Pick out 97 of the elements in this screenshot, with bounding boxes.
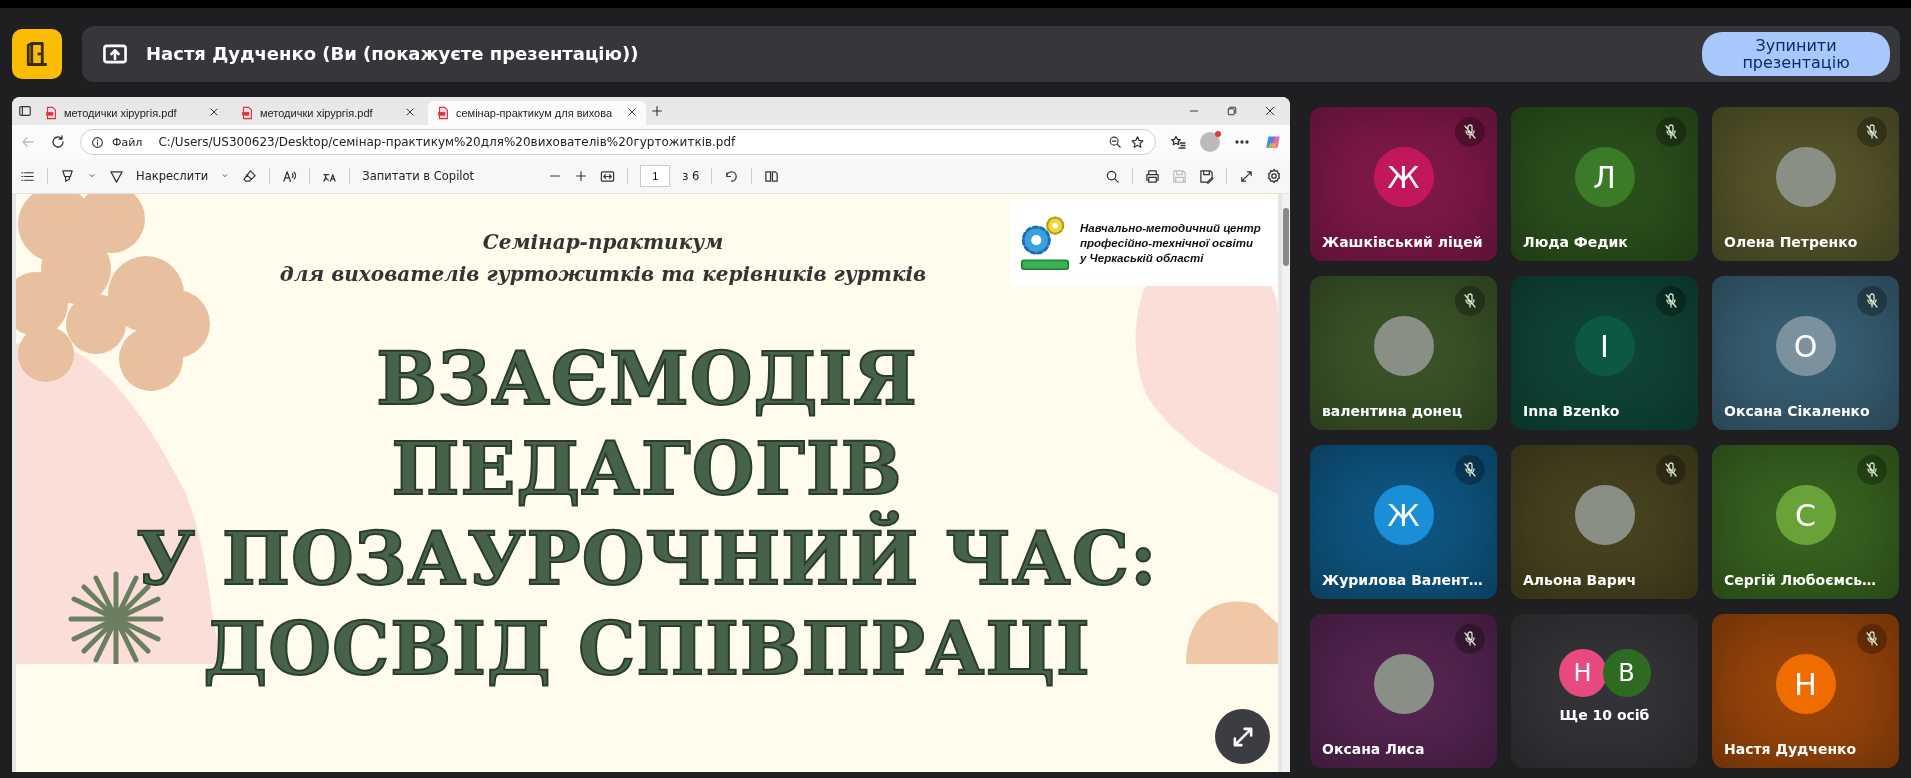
participant-tile[interactable]: I Inna Bzenko bbox=[1511, 276, 1698, 430]
more-participants-label: Ще 10 осіб bbox=[1559, 707, 1650, 723]
browser-tab[interactable]: методички хірургія.pdf bbox=[36, 101, 228, 125]
mic-off-icon bbox=[1462, 462, 1478, 478]
info-icon bbox=[91, 135, 104, 149]
favorites-list-icon[interactable] bbox=[1170, 134, 1186, 150]
participant-tile[interactable]: Ж Жашківський ліцей bbox=[1310, 107, 1497, 261]
avatar-initial: В bbox=[1602, 649, 1651, 697]
avatar-initial: Ж bbox=[1373, 485, 1434, 545]
ask-copilot-button[interactable]: Запитати в Copilot bbox=[362, 169, 475, 183]
fullscreen-button[interactable] bbox=[1215, 709, 1270, 764]
participant-name: Журилова Валент… bbox=[1322, 572, 1483, 588]
close-icon[interactable] bbox=[1264, 105, 1276, 117]
avatar-initial: О bbox=[1775, 316, 1836, 376]
presenter-name: Настя Дудченко (Ви (покажуєте презентацію)) bbox=[146, 43, 640, 64]
zoom-out-icon[interactable] bbox=[1108, 135, 1122, 149]
participant-name: валентина донец bbox=[1322, 403, 1463, 419]
avatar-initial: С bbox=[1775, 485, 1836, 545]
tab-title: семінар-практикум для вихова bbox=[456, 107, 613, 119]
mic-off-icon bbox=[1864, 631, 1880, 647]
participant-tile[interactable]: Оксана Лиса bbox=[1310, 614, 1497, 768]
fit-width-icon[interactable] bbox=[600, 168, 616, 184]
participant-tile[interactable]: О Оксана Сікаленко bbox=[1712, 276, 1899, 430]
profile-avatar[interactable] bbox=[1200, 132, 1220, 152]
pdf-file-icon bbox=[240, 106, 254, 120]
avatar-initial: Н bbox=[1775, 654, 1836, 714]
participant-name: Настя Дудченко bbox=[1724, 741, 1857, 757]
avatar-initial: Л bbox=[1574, 147, 1635, 207]
draw-icon[interactable] bbox=[109, 168, 124, 184]
avatar-initial: Н bbox=[1558, 649, 1607, 697]
participant-name: Люда Федик bbox=[1523, 234, 1628, 250]
draw-label[interactable]: Накреслити bbox=[136, 169, 209, 183]
page-number-field[interactable]: 1 bbox=[640, 165, 671, 187]
print-icon[interactable] bbox=[1145, 168, 1160, 184]
participant-tile[interactable]: С Сергій Любоємсь… bbox=[1712, 445, 1899, 599]
page-count-label: з 6 bbox=[682, 169, 700, 183]
logo-text: Навчально-методичний центр bbox=[1080, 220, 1261, 236]
slide-subtitle: для вихователів гуртожитків та керівників гуртків bbox=[279, 261, 927, 288]
participant-tile[interactable]: Ж Журилова Валент… bbox=[1310, 445, 1497, 599]
tab-title: методички хірургія.pdf bbox=[260, 107, 374, 119]
slide-title: ДОСВІД СПІВПРАЦІ bbox=[203, 605, 1091, 693]
mic-off-icon bbox=[1663, 124, 1679, 140]
settings-icon[interactable] bbox=[1266, 168, 1282, 184]
read-aloud-icon[interactable] bbox=[282, 168, 298, 184]
mic-off-icon bbox=[1663, 293, 1679, 309]
participant-name: Оксана Лиса bbox=[1322, 741, 1425, 757]
participant-tile[interactable]: Альона Варич bbox=[1511, 445, 1698, 599]
tab-title: методички хірургія.pdf bbox=[64, 107, 178, 119]
file-scheme-label: Файл bbox=[112, 135, 143, 149]
mic-off-icon bbox=[1663, 462, 1679, 478]
more-participants-tile[interactable]: Н В Ще 10 осіб bbox=[1511, 614, 1698, 768]
tab-actions-icon[interactable] bbox=[18, 104, 32, 118]
participant-name: Inna Bzenko bbox=[1523, 403, 1620, 419]
mic-off-icon bbox=[1462, 124, 1478, 140]
stop-presenting-button[interactable]: Зупинити презентацію bbox=[1702, 31, 1890, 76]
participant-name: Олена Петренко bbox=[1724, 234, 1858, 250]
slide-title: ПЕДАГОГІВ bbox=[391, 425, 903, 511]
rotate-icon[interactable] bbox=[724, 168, 740, 184]
scrollbar[interactable] bbox=[1282, 194, 1290, 772]
url-text: C:/Users/US300623/Desktop/семінар-практикум%20для%20вихователів%20гуртожитків.pdf bbox=[158, 135, 737, 149]
participant-tile[interactable]: Н Настя Дудченко bbox=[1712, 614, 1899, 768]
slide-title: ВЗАЄМОДІЯ bbox=[376, 335, 918, 423]
highlight-icon[interactable] bbox=[60, 168, 75, 184]
participant-name: Сергій Любоємсь… bbox=[1724, 572, 1877, 588]
restore-icon[interactable] bbox=[1226, 105, 1238, 117]
mic-off-icon bbox=[1462, 631, 1478, 647]
new-tab-icon[interactable] bbox=[650, 104, 664, 118]
browser-tab[interactable]: семінар-практикум для вихова bbox=[428, 101, 646, 125]
app-logo[interactable] bbox=[12, 28, 62, 79]
pdf-file-icon bbox=[436, 106, 450, 120]
avatar-initial: I bbox=[1574, 316, 1635, 376]
address-bar[interactable]: Файл C:/Users/US300623/Desktop/семінар-практикум%20для%20вихователів%20гуртожитків.pdf bbox=[80, 129, 1156, 155]
mic-off-icon bbox=[1864, 124, 1880, 140]
slide-subtitle: Семінар-практикум bbox=[482, 229, 724, 256]
mic-off-icon bbox=[1864, 293, 1880, 309]
copilot-icon[interactable] bbox=[1264, 133, 1282, 151]
avatar-initial: Ж bbox=[1373, 147, 1434, 207]
fullscreen-icon[interactable] bbox=[1239, 168, 1254, 184]
browser-tab[interactable]: методички хірургія.pdf bbox=[232, 101, 424, 125]
participant-name: Оксана Сікаленко bbox=[1724, 403, 1870, 419]
pdf-file-icon bbox=[44, 106, 58, 120]
participant-tile[interactable]: Олена Петренко bbox=[1712, 107, 1899, 261]
logo-text: у Черкаській області bbox=[1080, 250, 1205, 266]
save-as-icon[interactable] bbox=[1199, 168, 1214, 184]
logo-text: професійно-технічної освіти bbox=[1080, 235, 1254, 251]
zoom-in-icon[interactable] bbox=[574, 169, 589, 183]
participant-tile[interactable]: Л Люда Федик bbox=[1511, 107, 1698, 261]
refresh-icon[interactable] bbox=[50, 134, 66, 150]
participant-tile[interactable]: валентина донец bbox=[1310, 276, 1497, 430]
mic-off-icon bbox=[1462, 293, 1478, 309]
search-icon[interactable] bbox=[1105, 168, 1120, 184]
participant-name: Альона Варич bbox=[1523, 572, 1637, 588]
favorite-star-icon[interactable] bbox=[1130, 134, 1145, 150]
mic-off-icon bbox=[1864, 462, 1880, 478]
eraser-icon[interactable] bbox=[242, 168, 258, 184]
participant-name: Жашківський ліцей bbox=[1322, 234, 1483, 250]
page-view-icon[interactable] bbox=[764, 168, 780, 184]
